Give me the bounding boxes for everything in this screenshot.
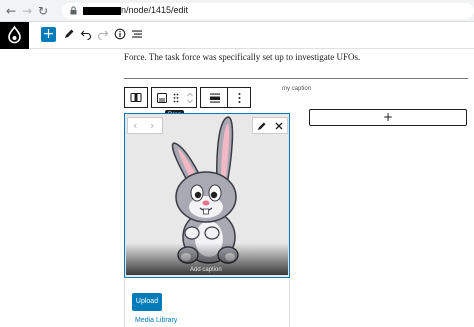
- block-mover-group: [151, 87, 197, 108]
- add-caption-input[interactable]: Add caption: [190, 267, 222, 273]
- forward-icon[interactable]: →: [20, 4, 34, 18]
- gallery-block-icon: [130, 92, 142, 103]
- lock-icon: [70, 6, 77, 15]
- back-icon[interactable]: ←: [4, 4, 18, 18]
- redacted-domain: [83, 7, 121, 15]
- gallery-caption[interactable]: my caption: [282, 86, 311, 92]
- drag-handle-icon[interactable]: [173, 93, 179, 103]
- image-actions: [252, 117, 288, 134]
- info-icon[interactable]: [114, 28, 126, 40]
- edit-icon[interactable]: [257, 121, 267, 131]
- separator-line: [124, 78, 468, 79]
- url-text: n/node/1415/edit: [121, 5, 189, 15]
- chevron-right-icon[interactable]: ›: [150, 119, 154, 132]
- media-library-button[interactable]: Media Library: [135, 317, 177, 324]
- reload-icon[interactable]: ↻: [36, 4, 50, 18]
- align-icon: [210, 93, 220, 103]
- image-icon[interactable]: [157, 93, 167, 103]
- more-options-button[interactable]: [227, 87, 251, 108]
- block-type-button[interactable]: [124, 87, 148, 108]
- chevron-left-icon[interactable]: ‹: [133, 119, 137, 132]
- align-button[interactable]: [200, 87, 228, 108]
- gallery-image[interactable]: [126, 115, 288, 275]
- upload-button[interactable]: Upload: [132, 293, 162, 311]
- paragraph-text[interactable]: Force. The task force was specifically s…: [124, 52, 360, 62]
- list-view-icon[interactable]: [131, 28, 143, 40]
- inserter-button[interactable]: +: [41, 27, 56, 42]
- editor-header-shadow: [124, 49, 334, 52]
- move-up-down-icon[interactable]: [186, 91, 194, 105]
- redo-icon[interactable]: [97, 28, 109, 40]
- image-navigation: ‹ ›: [127, 117, 163, 134]
- more-options-icon: [238, 93, 241, 103]
- close-icon[interactable]: [275, 122, 283, 130]
- undo-icon[interactable]: [80, 28, 92, 40]
- pencil-icon[interactable]: [63, 28, 75, 40]
- add-block-button[interactable]: +: [309, 109, 467, 126]
- drupal-drop-icon[interactable]: [0, 22, 29, 49]
